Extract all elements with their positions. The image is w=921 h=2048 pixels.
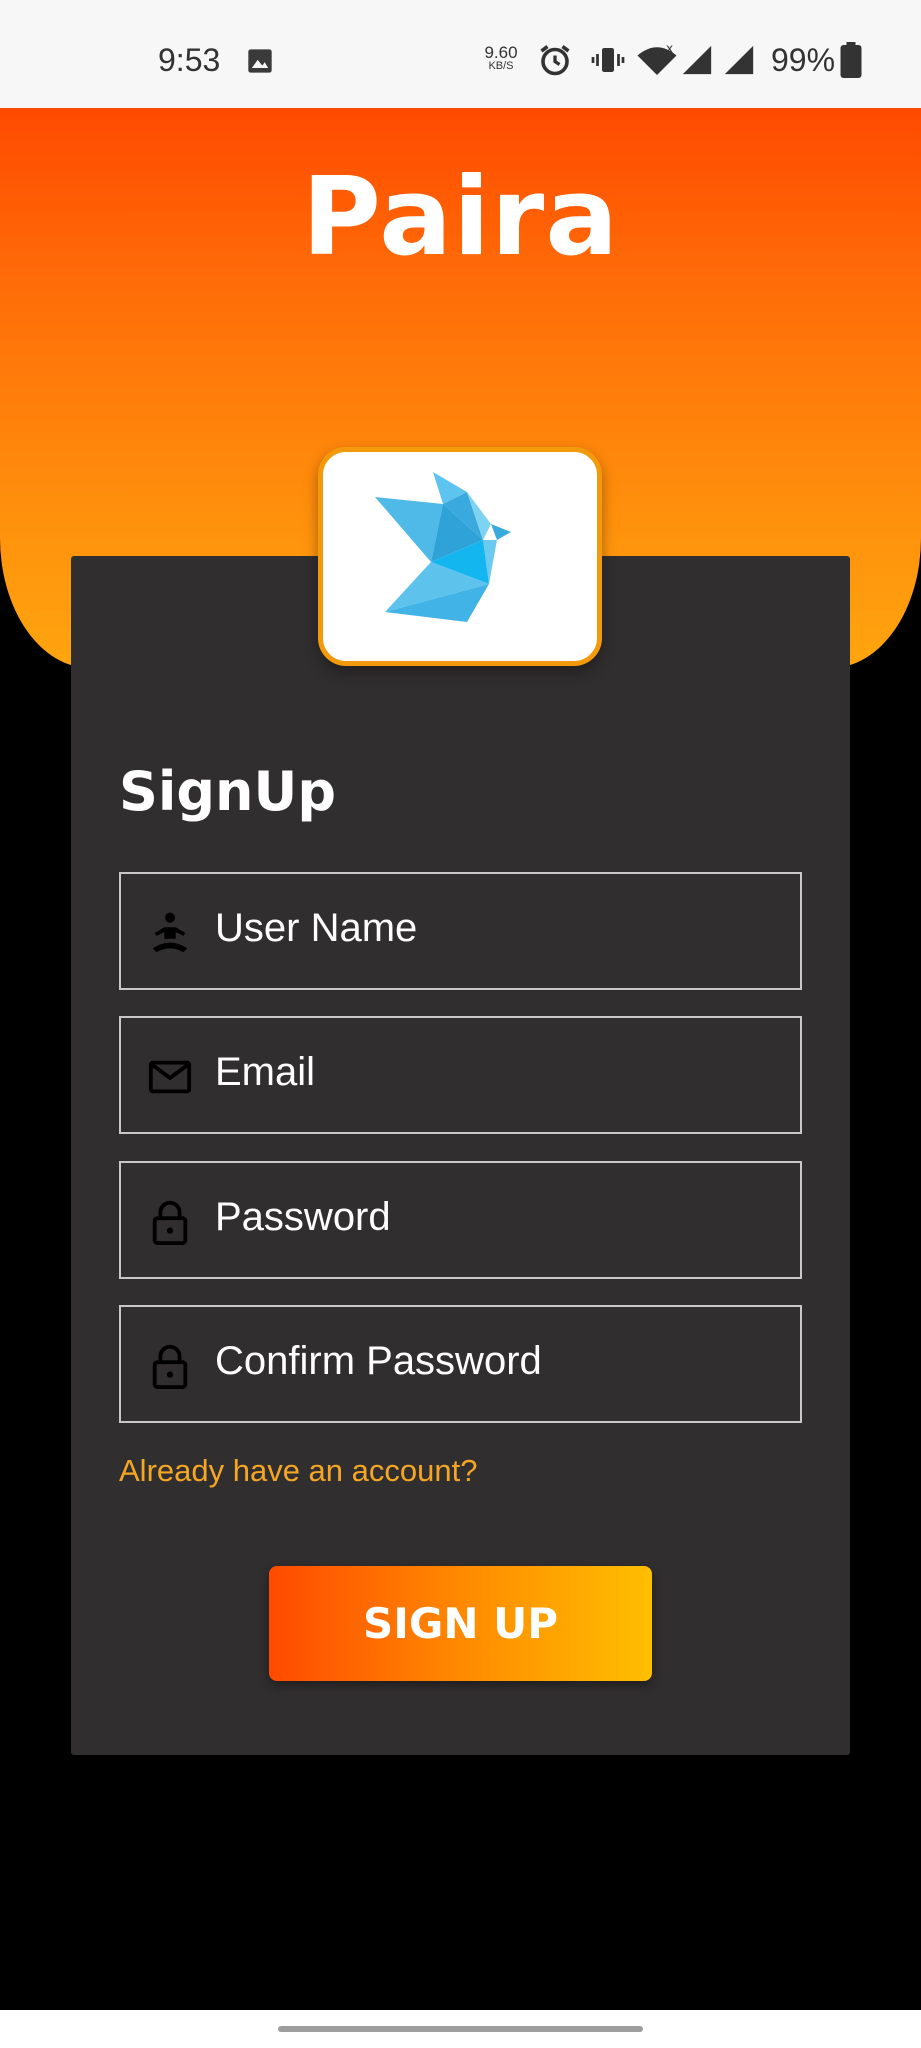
confirm-password-placeholder: Confirm Password (215, 1339, 542, 1383)
svg-text:x: x (666, 42, 673, 56)
app-logo (318, 447, 602, 666)
password-field[interactable]: Password (119, 1161, 802, 1279)
login-link[interactable]: Already have an account? (119, 1453, 477, 1489)
status-time: 9:53 (158, 42, 221, 78)
lock-icon (152, 1200, 188, 1245)
wifi-icon: x (637, 42, 677, 75)
app-title: Paira (301, 155, 620, 280)
email-field[interactable]: Email (119, 1016, 802, 1134)
origami-bird-logo (375, 472, 511, 622)
network-speed: 9.60 KB/S (480, 44, 522, 73)
signup-button[interactable]: SIGN UP (269, 1566, 652, 1681)
form-title: SignUp (119, 760, 337, 823)
email-placeholder: Email (215, 1050, 316, 1094)
username-field[interactable]: User Name (119, 872, 802, 990)
battery-percent: 99% (771, 42, 836, 78)
mail-icon (148, 1060, 192, 1094)
lock-icon (152, 1344, 188, 1389)
username-placeholder: User Name (215, 906, 418, 950)
navigation-bar (0, 2010, 921, 2048)
home-gesture-handle[interactable] (278, 2026, 643, 2032)
signal-icon (724, 45, 754, 75)
vibrate-icon (591, 48, 625, 72)
confirm-password-field[interactable]: Confirm Password (119, 1305, 802, 1423)
battery-icon (840, 42, 862, 78)
password-placeholder: Password (215, 1195, 391, 1239)
status-bar: 9:53 9.60 KB/S x 99% (0, 0, 921, 108)
person-icon (152, 912, 188, 953)
signal-icon (682, 45, 712, 75)
gallery-icon (248, 49, 272, 73)
alarm-icon (540, 45, 570, 76)
